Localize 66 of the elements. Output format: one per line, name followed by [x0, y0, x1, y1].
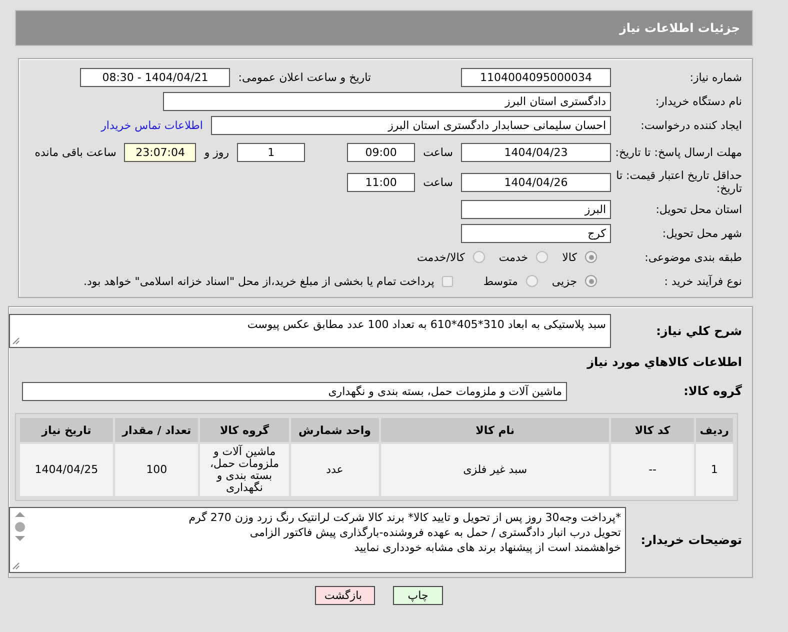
- text-field[interactable]: 1: [237, 142, 306, 162]
- field-label: تاریخ و ساعت اعلان عمومی:: [238, 70, 371, 84]
- radio-button[interactable]: [585, 251, 597, 263]
- field-label: گروه کالا:: [682, 384, 743, 398]
- table-cell: سبد غیر فلزی: [380, 444, 610, 496]
- radio-button[interactable]: [536, 251, 548, 263]
- text-field[interactable]: 1404/04/21 - 08:30: [80, 68, 230, 86]
- text-field[interactable]: کرج: [461, 224, 611, 242]
- text-field[interactable]: 09:00: [347, 142, 416, 162]
- column-header: گروه کالا: [200, 418, 289, 442]
- field-label: ساعت: [423, 176, 453, 188]
- field-label: ساعت: [423, 146, 453, 158]
- column-header: تعداد / مقدار: [114, 418, 198, 442]
- description-field[interactable]: سبد پلاستیکی به ابعاد 310*405*610 به تعداد 100 عدد مطابق عکس پیوست: [9, 314, 611, 348]
- field-label: شرح کلي نیاز:: [655, 324, 743, 338]
- text-field[interactable]: 1404/04/23: [461, 142, 611, 162]
- back-button[interactable]: بازگشت: [315, 586, 375, 605]
- radio-label: کالا: [562, 250, 577, 264]
- field-label: نوع فرآیند خرید :: [663, 274, 743, 288]
- field-label: استان محل تحویل:: [654, 202, 743, 216]
- field-label: ایجاد کننده درخواست:: [640, 118, 743, 132]
- column-header: کد کالا: [611, 418, 694, 442]
- field-label: حداقل تاریخ اعتبار قیمت: تا تاریخ:: [615, 169, 743, 195]
- field-label: شهر محل تحویل:: [661, 226, 743, 240]
- field-label: مهلت ارسال پاسخ: تا تاریخ:: [614, 146, 743, 158]
- table-cell: 1: [696, 444, 733, 496]
- checkbox[interactable]: [442, 276, 454, 286]
- table-cell: --: [611, 444, 694, 496]
- radio-label: خدمت: [498, 250, 528, 264]
- radio-label: متوسط: [483, 274, 518, 288]
- text-field[interactable]: البرز: [461, 200, 611, 218]
- contact-link[interactable]: اطلاعات تماس خریدار: [101, 118, 203, 132]
- radio-button[interactable]: [472, 251, 485, 263]
- field-label: نام دستگاه خریدار:: [654, 94, 743, 108]
- checkbox-label: پرداخت تمام یا بخشی از مبلغ خرید،از محل "اسناد خزانه اسلامی" خواهد بود.: [84, 274, 434, 288]
- table-cell: ماشین آلات و ملزومات حمل، بسته بندی و نگهداری: [200, 444, 289, 496]
- field-label: ساعت باقی مانده: [34, 146, 116, 158]
- text-field[interactable]: 1404/04/26: [461, 172, 611, 192]
- field-label: شماره نیاز:: [688, 70, 743, 84]
- text-field[interactable]: 1104004095000034: [461, 68, 611, 86]
- resize-grip-icon[interactable]: [12, 562, 20, 570]
- table-cell: 100: [114, 444, 198, 496]
- section-heading: اطلاعات کالاهاي مورد نیاز: [586, 354, 743, 371]
- page-title: جزئیات اطلاعات نیاز: [619, 21, 740, 35]
- description-text: سبد پلاستیکی به ابعاد 310*405*610 به تعداد 100 عدد مطابق عکس پیوست: [247, 318, 606, 333]
- countdown-field[interactable]: 23:07:04: [124, 142, 196, 162]
- text-field[interactable]: دادگستری استان البرز: [163, 92, 611, 110]
- field-label: روز و: [204, 146, 230, 158]
- column-header: واحد شمارش: [290, 418, 379, 442]
- text-field[interactable]: 11:00: [347, 172, 416, 192]
- column-header: نام کالا: [380, 418, 610, 442]
- print-button[interactable]: چاپ: [393, 586, 443, 605]
- resize-grip-icon[interactable]: [12, 337, 20, 345]
- column-header: تاریخ نیاز: [20, 418, 113, 442]
- radio-label: کالا/خدمت: [417, 250, 465, 264]
- radio-button[interactable]: [526, 275, 538, 287]
- text-field[interactable]: احسان سلیمانی حسابدار دادگستری استان البرز: [211, 116, 611, 134]
- radio-label: جزیی: [552, 274, 577, 288]
- table-cell: 1404/04/25: [20, 444, 113, 496]
- radio-button[interactable]: [585, 275, 597, 287]
- column-header: ردیف: [696, 418, 733, 442]
- notes-field[interactable]: [9, 507, 626, 573]
- table-cell: عدد: [290, 444, 379, 496]
- text-field[interactable]: ماشین آلات و ملزومات حمل، بسته بندی و نگهداری: [22, 382, 567, 400]
- notes-text: *پرداخت وجه30 روز پس از تحویل و تایید کالا* برند کالا شرکت لرانتیک رنگ زرد وزن 270 گرم تحویل درب انبار دادگستری / حمل به عهده فروشنده-بارگذاری پیش فاکتور الزامی خواهشمند است از پیشنهاد برند های مشابه خودداری نمایید: [188, 510, 622, 556]
- field-label: طبقه بندی موضوعی:: [644, 250, 743, 264]
